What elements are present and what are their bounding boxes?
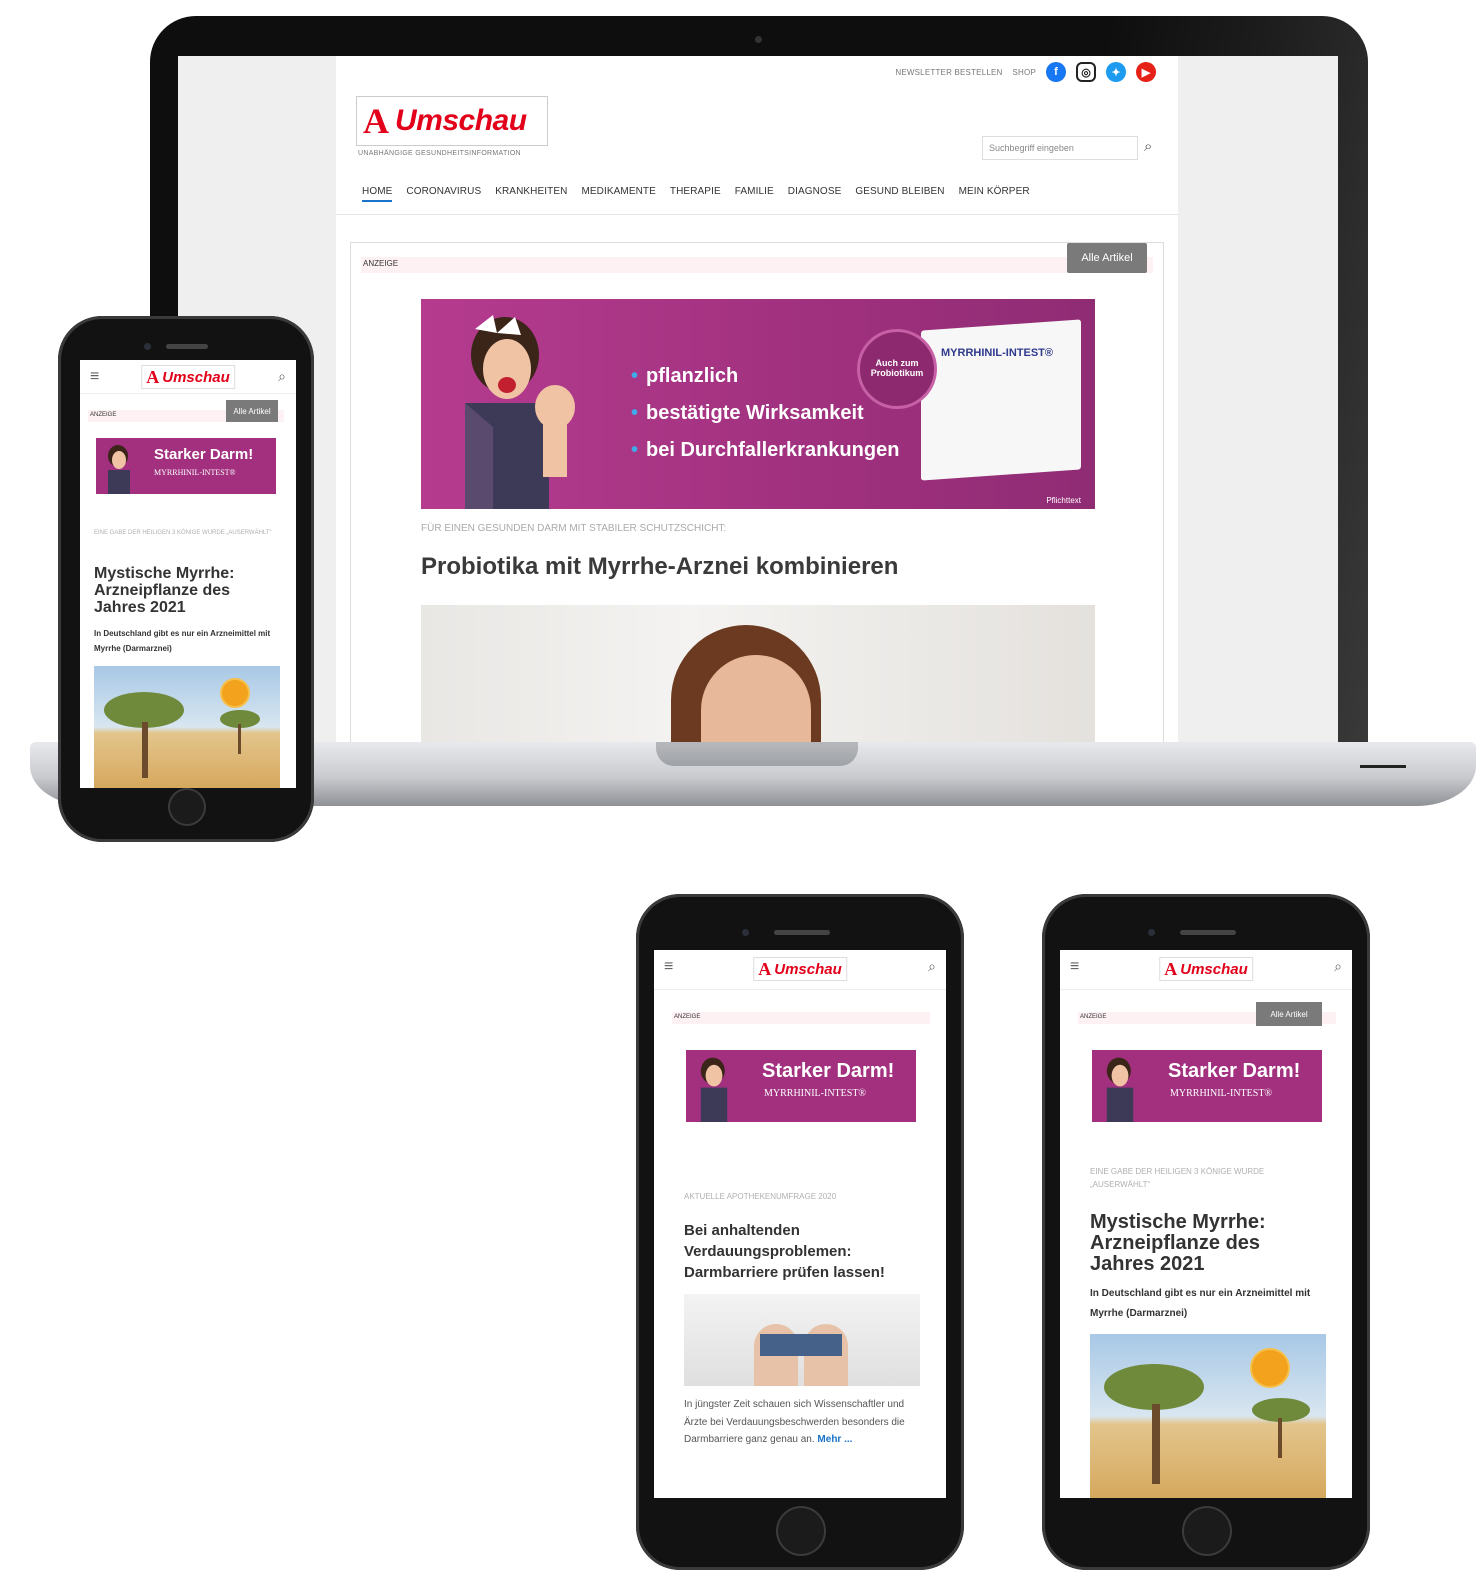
banner-bullet: bestätigte Wirksamkeit <box>631 402 899 425</box>
nav-item-familie[interactable]: FAMILIE <box>735 186 774 202</box>
woman-flexing-image <box>465 315 575 509</box>
more-link[interactable]: Mehr ... <box>817 1434 852 1445</box>
myrrhe-tree-image[interactable] <box>94 666 280 788</box>
ad-banner[interactable]: Starker Darm! MYRRHINIL-INTEST® <box>96 438 276 494</box>
main-nav: HOME CORONAVIRUS KRANKHEITEN MEDIKAMENTE… <box>362 186 1030 202</box>
nav-item-home[interactable]: HOME <box>362 186 393 202</box>
mobile-header: ≡ A Umschau ⌕ <box>654 950 946 990</box>
hamburger-menu-icon[interactable]: ≡ <box>90 368 99 386</box>
article-title[interactable]: Mystische Myrrhe: Arzneipflanze des Jahr… <box>94 565 274 616</box>
search-icon[interactable]: ⌕ <box>1144 138 1152 155</box>
phone-left-screen: ≡ A Umschau ⌕ ANZEIGE Alle Artikel Starke… <box>80 360 296 788</box>
search-icon[interactable]: ⌕ <box>928 958 936 975</box>
woman-flexing-image <box>1106 1057 1134 1122</box>
instagram-icon[interactable]: ◎ <box>1076 62 1096 82</box>
mobile-logo[interactable]: A Umschau <box>1159 957 1253 981</box>
facebook-icon[interactable]: f <box>1046 62 1066 82</box>
nav-item-gesund-bleiben[interactable]: GESUND BLEIBEN <box>855 186 944 202</box>
home-button[interactable] <box>168 788 206 826</box>
home-button[interactable] <box>776 1506 826 1556</box>
twitter-icon[interactable]: ✦ <box>1106 62 1126 82</box>
laptop-notch <box>656 742 858 766</box>
banner-title: Starker Darm! <box>1168 1060 1301 1082</box>
article-lead: In Deutschland gibt es nur ein Arzneimit… <box>94 629 271 654</box>
laptop-screen: NEWSLETTER BESTELLEN SHOP f ◎ ✦ ▶ A Umsc… <box>178 56 1338 742</box>
article-lead: In Deutschland gibt es nur ein Arzneimit… <box>1090 1288 1311 1319</box>
article-body: In jüngster Zeit schauen sich Wissenscha… <box>684 1399 905 1445</box>
article-kicker: AKTUELLE APOTHEKENUMFRAGE 2020 <box>684 1192 837 1201</box>
nav-item-mein-koerper[interactable]: MEIN KÖRPER <box>959 186 1030 202</box>
mobile-logo[interactable]: A Umschau <box>753 957 847 981</box>
site-logo[interactable]: A Umschau <box>356 96 548 146</box>
all-articles-button[interactable]: Alle Artikel <box>226 400 278 422</box>
ad-banner[interactable]: Starker Darm! MYRRHINIL-INTEST® <box>686 1050 916 1122</box>
banner-title: Starker Darm! <box>762 1060 895 1082</box>
ad-banner[interactable]: pflanzlich bestätigte Wirksamkeit bei Du… <box>421 299 1095 509</box>
myrrhe-tree-image[interactable] <box>1090 1334 1326 1498</box>
logo-text: Umschau <box>395 104 527 137</box>
nav-item-diagnose[interactable]: DIAGNOSE <box>788 186 842 202</box>
article-title[interactable]: Mystische Myrrhe: Arzneipflanze des Jahr… <box>1090 1212 1326 1275</box>
website-desktop: NEWSLETTER BESTELLEN SHOP f ◎ ✦ ▶ A Umsc… <box>336 56 1178 742</box>
all-articles-button[interactable]: Alle Artikel <box>1067 243 1147 273</box>
all-articles-button[interactable]: Alle Artikel <box>1256 1002 1322 1026</box>
phone-middle-screen: ≡ A Umschau ⌕ ANZEIGE Starker Darm! MYRRH… <box>654 950 946 1498</box>
article-kicker: FÜR EINEN GESUNDEN DARM MIT STABILER SCH… <box>421 523 727 534</box>
product-name: MYRRHINIL-INTEST® <box>941 347 1053 359</box>
mobile-header: ≡ A Umschau ⌕ <box>1060 950 1352 990</box>
article-headline[interactable]: Probiotika mit Myrrhe-Arznei kombinieren <box>421 553 898 581</box>
laptop-slot <box>1360 765 1406 768</box>
youtube-icon[interactable]: ▶ <box>1136 62 1156 82</box>
nav-item-therapie[interactable]: THERAPIE <box>670 186 721 202</box>
woman-flexing-image <box>700 1057 728 1122</box>
search-input[interactable]: Suchbegriff eingeben <box>982 136 1138 160</box>
pflichttext: Pflichttext <box>1046 496 1081 505</box>
home-button[interactable] <box>1182 1506 1232 1556</box>
product-box <box>921 319 1081 481</box>
article-image[interactable] <box>421 605 1095 742</box>
article-photo[interactable] <box>684 1294 920 1386</box>
nav-item-medikamente[interactable]: MEDIKAMENTE <box>581 186 655 202</box>
hamburger-menu-icon[interactable]: ≡ <box>664 958 673 976</box>
search-icon[interactable]: ⌕ <box>1334 958 1342 975</box>
newsletter-link[interactable]: NEWSLETTER BESTELLEN <box>895 68 1002 77</box>
phone-middle: ≡ A Umschau ⌕ ANZEIGE Starker Darm! MYRRH… <box>636 894 964 1570</box>
device-mockup-stage: NEWSLETTER BESTELLEN SHOP f ◎ ✦ ▶ A Umsc… <box>0 0 1480 1573</box>
hamburger-menu-icon[interactable]: ≡ <box>1070 958 1079 976</box>
mobile-header: ≡ A Umschau ⌕ <box>80 360 296 394</box>
apotheken-a-icon: A <box>363 101 389 141</box>
banner-product: MYRRHINIL-INTEST® <box>154 468 236 477</box>
logo-tagline: UNABHÄNGIGE GESUNDHEITSINFORMATION <box>358 150 521 157</box>
ad-label: ANZEIGE <box>672 1012 930 1024</box>
ad-label: ANZEIGE <box>361 257 1153 273</box>
banner-product: MYRRHINIL-INTEST® <box>764 1088 867 1099</box>
article-title[interactable]: Bei anhaltenden Verdauungsproblemen: Dar… <box>684 1220 924 1283</box>
search-icon[interactable]: ⌕ <box>278 368 286 385</box>
top-links: NEWSLETTER BESTELLEN SHOP f ◎ ✦ ▶ <box>895 62 1156 82</box>
article-kicker: EINE GABE DER HEILIGEN 3 KÖNIGE WURDE „A… <box>1090 1167 1265 1189</box>
phone-right-screen: ≡ A Umschau ⌕ ANZEIGE Alle Artikel Starke… <box>1060 950 1352 1498</box>
nav-divider <box>336 214 1178 215</box>
article-kicker: EINE GABE DER HEILIGEN 3 KÖNIGE WURDE „A… <box>94 530 272 536</box>
nav-item-krankheiten[interactable]: KRANKHEITEN <box>495 186 567 202</box>
ad-banner[interactable]: Starker Darm! MYRRHINIL-INTEST® <box>1092 1050 1322 1122</box>
phone-right: ≡ A Umschau ⌕ ANZEIGE Alle Artikel Starke… <box>1042 894 1370 1570</box>
probiotikum-badge: Auch zum Probiotikum <box>857 329 937 409</box>
shop-link[interactable]: SHOP <box>1013 68 1036 77</box>
article-card: ANZEIGE Alle Artikel • pflanzlich • best… <box>350 242 1164 742</box>
laptop-camera <box>755 36 762 43</box>
banner-title: Starker Darm! <box>154 446 254 463</box>
mobile-logo[interactable]: A Umschau <box>141 365 235 389</box>
banner-bullet: bei Durchfallerkrankungen <box>631 439 899 462</box>
phone-left: ≡ A Umschau ⌕ ANZEIGE Alle Artikel Starke… <box>58 316 314 842</box>
banner-product: MYRRHINIL-INTEST® <box>1170 1088 1273 1099</box>
nav-item-coronavirus[interactable]: CORONAVIRUS <box>406 186 481 202</box>
woman-flexing-image <box>108 445 130 494</box>
